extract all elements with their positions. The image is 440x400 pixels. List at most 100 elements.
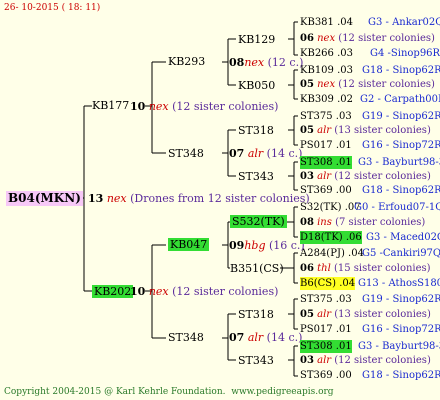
gen1-desc: (12 sister colonies) [172, 100, 279, 113]
gen4-queen-id[interactable]: A284(PJ) .04 [300, 247, 364, 260]
gen4-origin: G13 - AthosS180R [358, 278, 440, 289]
gen4-queen-id[interactable]: ST308 .01 [300, 340, 352, 353]
gen3-queen-name[interactable]: ST343 [238, 170, 274, 183]
gen2-desc: (14 c.) [266, 331, 303, 344]
gen3-queen-name[interactable]: KB129 [238, 33, 275, 46]
gen3-queen-name[interactable]: ST318 [238, 124, 274, 137]
gen4-queen-id[interactable]: KB266 .03 [300, 47, 353, 60]
gen4-drone-info: 05 nex (12 sister colonies) [300, 78, 435, 91]
gen2-num: 09 [229, 239, 245, 252]
gen2-drone-info: 07 alr (14 c.) [229, 147, 302, 160]
gen2-desc: (12 c.) [267, 56, 304, 69]
gen2-race: alr [247, 331, 264, 344]
gen4-race: nex [317, 33, 336, 44]
gen4-origin: G18 - Sinop62R [362, 185, 440, 196]
gen4-race: thl [317, 263, 331, 274]
gen3-queen-name[interactable]: KB050 [238, 79, 275, 92]
gen4-race: alr [317, 355, 332, 366]
gen4-origin: G16 - Sinop72R [362, 324, 440, 335]
gen4-origin: G3 - Maced02Q [366, 232, 440, 243]
gen3-queen-name[interactable]: B351(CS) [230, 262, 284, 275]
gen4-queen-id[interactable]: ST369 .00 [300, 184, 352, 197]
gen2-drone-info: 07 alr (14 c.) [229, 331, 302, 344]
gen4-origin: G18 - Sinop62R [362, 370, 440, 381]
gen4-drone-info: 03 alr (12 sister colonies) [300, 170, 431, 183]
gen4-drone-info: 08 ins (7 sister colonies) [300, 216, 425, 229]
gen2-race: hbg [244, 239, 266, 252]
gen4-origin: G3 - Bayburt98-3 [358, 157, 440, 168]
gen1-desc: (12 sister colonies) [172, 285, 279, 298]
gen4-queen-id[interactable]: PS017 .01 [300, 139, 352, 152]
root-drone-info: 13 nex (Drones from 12 sister colonies) [88, 192, 310, 205]
gen4-desc: (12 sister colonies) [338, 33, 435, 44]
gen4-queen-id[interactable]: S32(TK) .07 [300, 201, 361, 214]
gen4-origin: G3 - Ankar02Q [368, 17, 440, 28]
gen4-origin: G4 -Sinop96R [370, 48, 440, 59]
gen4-drone-info: 03 alr (12 sister colonies) [300, 354, 431, 367]
gen4-num: 06 [300, 33, 314, 44]
gen4-queen-id[interactable]: B6(CS) .04 [300, 277, 356, 290]
gen4-race: ins [317, 217, 332, 228]
gen4-desc: (13 sister colonies) [334, 309, 431, 320]
gen4-queen-id[interactable]: ST369 .00 [300, 369, 352, 382]
pedigree-url-link[interactable]: www.pedigreeapis.org [231, 387, 333, 397]
gen4-desc: (12 sister colonies) [334, 355, 431, 366]
gen4-queen-id[interactable]: D18(TK) .06 [300, 231, 362, 244]
gen2-drone-info: 09hbg (16 c.) [229, 239, 305, 252]
gen1-num: 10 [130, 100, 146, 113]
gen4-race: nex [317, 79, 336, 90]
gen3-queen-name[interactable]: ST318 [238, 308, 274, 321]
gen4-queen-id[interactable]: KB309 .02 [300, 93, 353, 106]
gen4-race: alr [317, 309, 332, 320]
gen4-desc: (13 sister colonies) [334, 125, 431, 136]
gen4-queen-id[interactable]: KB381 .04 [300, 16, 353, 29]
gen4-queen-id[interactable]: ST375 .03 [300, 110, 352, 123]
gen2-queen-name[interactable]: ST348 [168, 147, 204, 160]
gen1-race: nex [148, 100, 169, 113]
gen1-queen-name[interactable]: KB202 [92, 285, 134, 298]
gen4-origin: G5 -Cankiri97Q [362, 248, 440, 259]
gen4-drone-info: 06 nex (12 sister colonies) [300, 32, 435, 45]
gen1-num: 10 [130, 285, 146, 298]
gen4-race: alr [317, 125, 332, 136]
gen4-race: alr [317, 171, 332, 182]
gen4-drone-info: 05 alr (13 sister colonies) [300, 124, 431, 137]
gen2-queen-name[interactable]: ST348 [168, 331, 204, 344]
gen4-num: 03 [300, 171, 314, 182]
gen4-num: 05 [300, 125, 314, 136]
root-race: nex [106, 192, 127, 205]
gen2-drone-info: 08nex (12 c.) [229, 56, 303, 69]
root-queen-name[interactable]: B04(MKN) [6, 191, 83, 206]
gen4-num: 06 [300, 263, 314, 274]
gen2-queen-name[interactable]: KB293 [168, 55, 205, 68]
gen2-race: alr [247, 147, 264, 160]
gen2-queen-name[interactable]: KB047 [168, 238, 210, 251]
gen2-num: 07 [229, 147, 245, 160]
gen4-queen-id[interactable]: PS017 .01 [300, 323, 352, 336]
gen4-drone-info: 05 alr (13 sister colonies) [300, 308, 431, 321]
gen1-queen-name[interactable]: KB177 [92, 99, 129, 112]
gen2-num: 08 [229, 56, 245, 69]
gen2-race: nex [244, 56, 265, 69]
gen4-desc: (7 sister colonies) [335, 217, 426, 228]
gen4-queen-id[interactable]: ST375 .03 [300, 293, 352, 306]
copyright-text: Copyright 2004-2015 @ Karl Kehrle Founda… [4, 386, 334, 399]
gen3-queen-name[interactable]: S532(TK) [230, 215, 287, 228]
gen4-origin: G19 - Sinop62R [362, 111, 440, 122]
gen4-num: 05 [300, 79, 314, 90]
gen4-drone-info: 06 thl (15 sister colonies) [300, 262, 431, 275]
root-num: 13 [88, 192, 104, 205]
gen4-desc: (12 sister colonies) [334, 171, 431, 182]
gen1-drone-info: 10 nex (12 sister colonies) [130, 100, 278, 113]
gen4-desc: (15 sister colonies) [333, 263, 431, 274]
pedigree-page: 26- 10-2015 ( 18: 11) Copyright 2004-201… [0, 0, 440, 400]
gen4-num: 03 [300, 355, 314, 366]
gen2-desc: (14 c.) [266, 147, 303, 160]
gen4-origin: G0 - Erfoud07-1Q [354, 202, 440, 213]
gen4-desc: (12 sister colonies) [338, 79, 435, 90]
gen3-queen-name[interactable]: ST343 [238, 354, 274, 367]
gen1-drone-info: 10 nex (12 sister colonies) [130, 285, 278, 298]
gen4-queen-id[interactable]: KB109 .03 [300, 64, 353, 77]
gen4-num: 05 [300, 309, 314, 320]
gen4-queen-id[interactable]: ST308 .01 [300, 156, 352, 169]
